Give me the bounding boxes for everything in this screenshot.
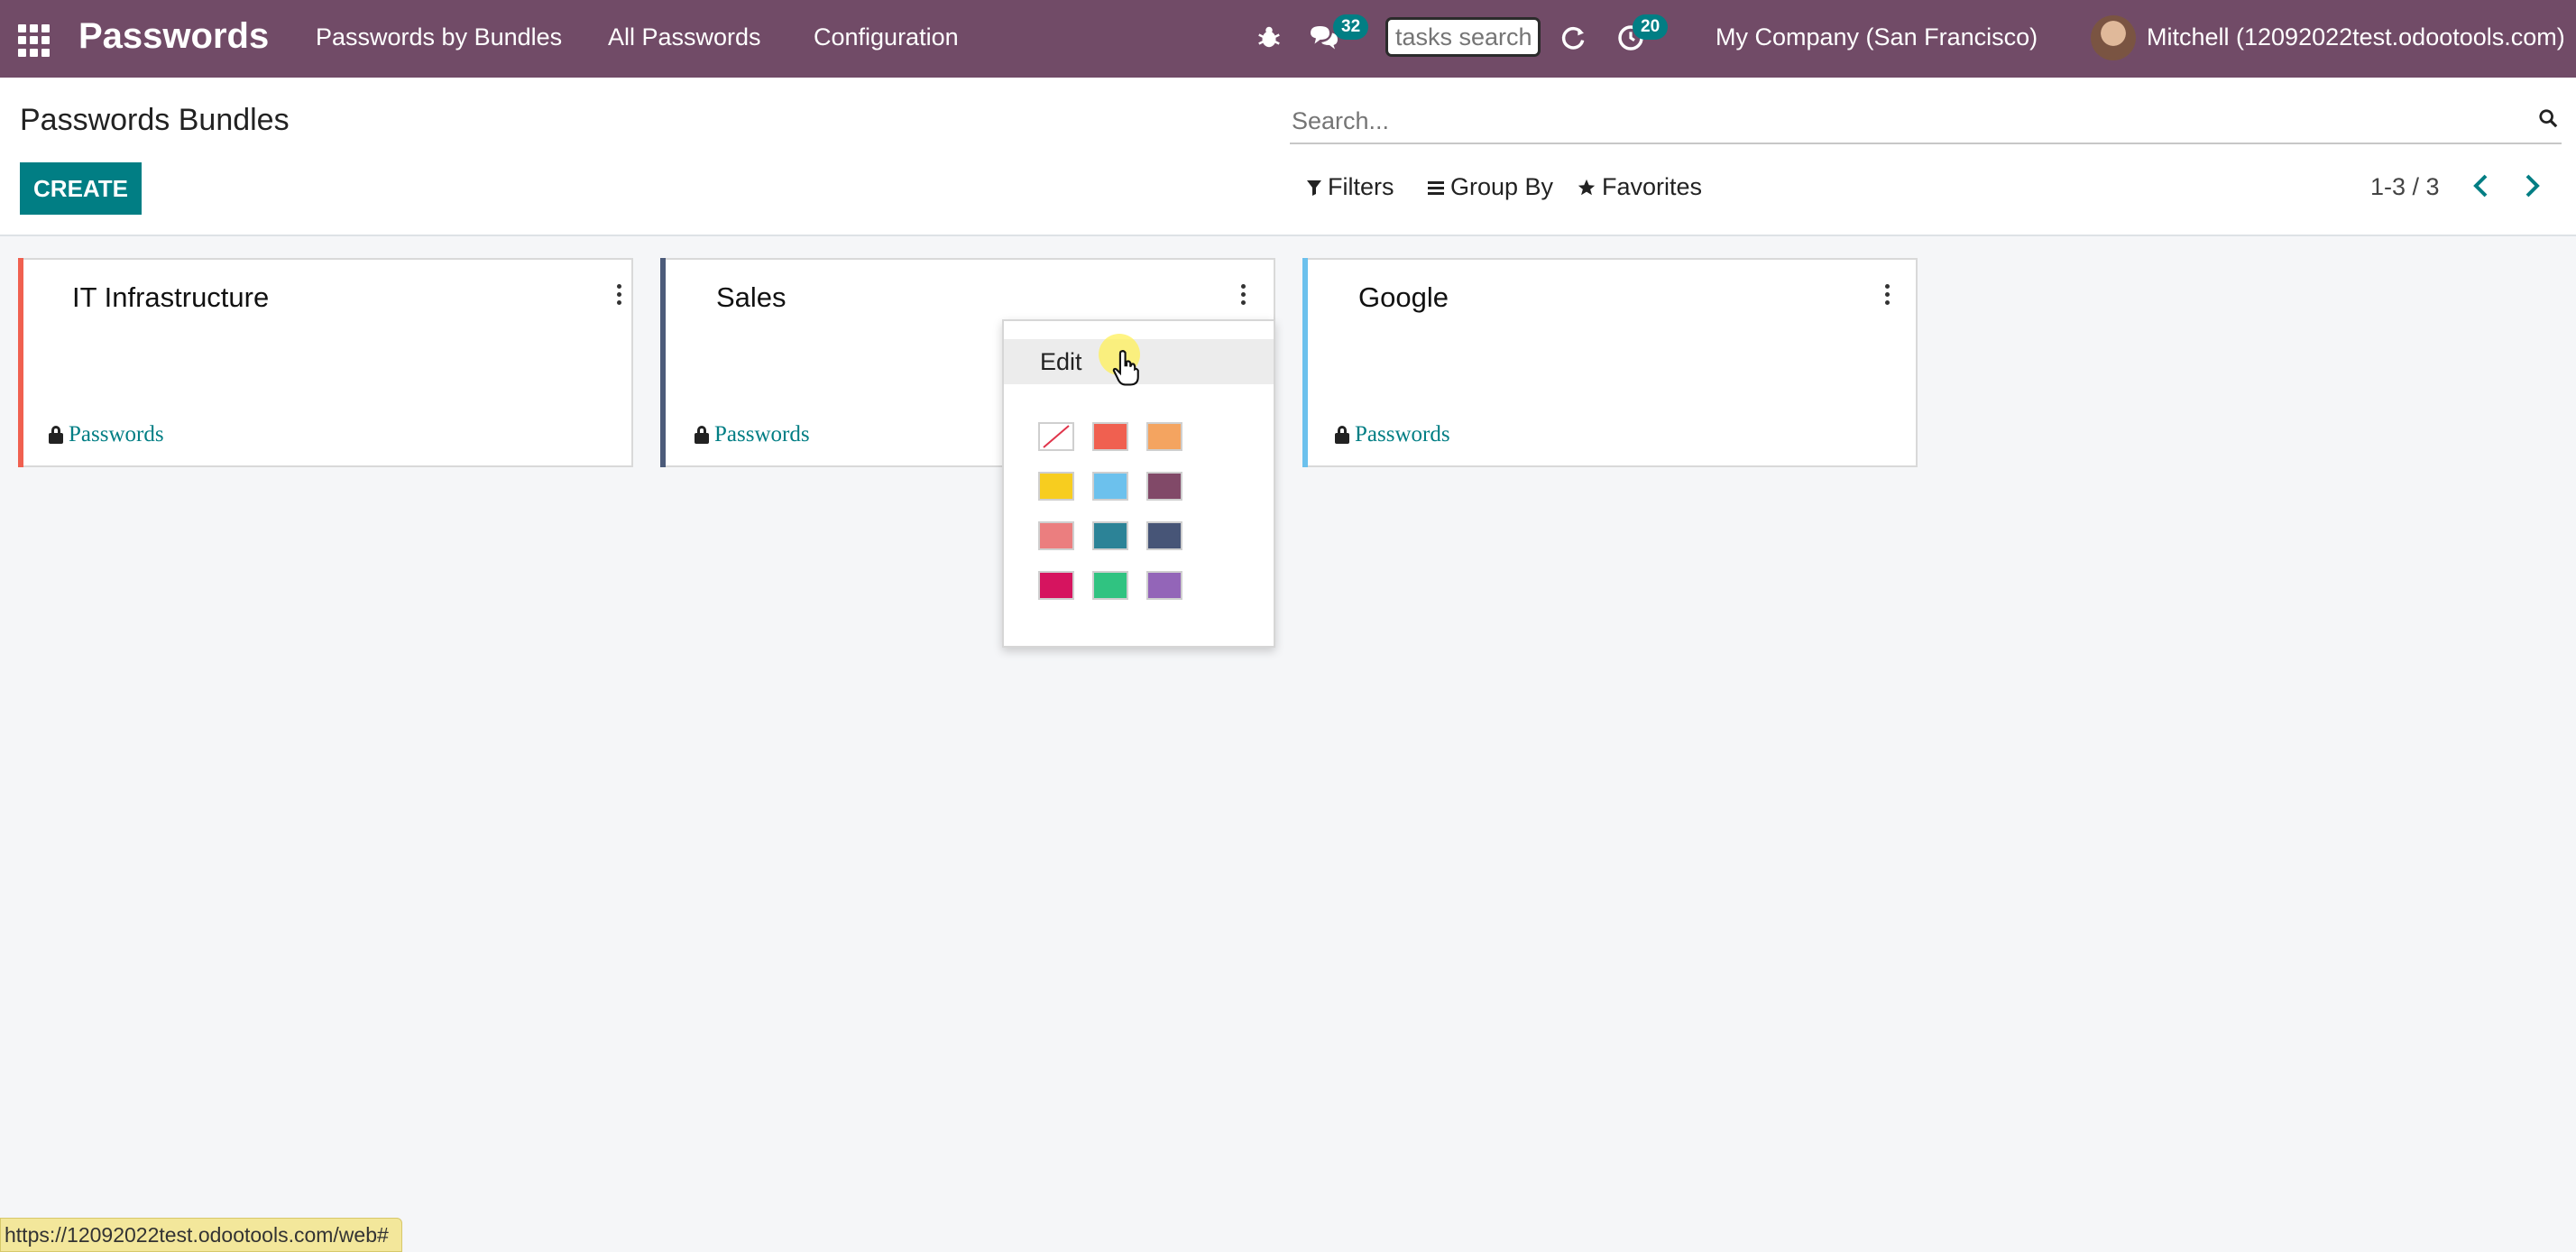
card-title: IT Infrastructure bbox=[72, 281, 270, 313]
no-color-slash-icon bbox=[1043, 425, 1070, 448]
search-bar bbox=[1290, 97, 2562, 144]
color-swatch[interactable] bbox=[1146, 422, 1182, 451]
kanban-card-it-infrastructure[interactable]: IT Infrastructure Passwords bbox=[18, 258, 633, 467]
color-swatch[interactable] bbox=[1092, 472, 1128, 501]
card-menu-icon[interactable] bbox=[1878, 276, 1896, 312]
card-passwords-link[interactable]: Passwords bbox=[49, 422, 164, 447]
card-tag-label: Passwords bbox=[69, 422, 164, 446]
company-switcher[interactable]: My Company (San Francisco) bbox=[1716, 23, 2038, 51]
card-color-stripe bbox=[18, 258, 23, 467]
tasks-search-input[interactable] bbox=[1385, 17, 1541, 57]
user-menu[interactable]: Mitchell (12092022test.odootools.com) bbox=[2147, 23, 2565, 51]
filter-funnel-icon bbox=[1307, 180, 1321, 196]
menu-configuration[interactable]: Configuration bbox=[814, 23, 959, 51]
filters-label: Filters bbox=[1328, 173, 1394, 200]
group-by-button[interactable]: Group By bbox=[1427, 173, 1553, 201]
filters-button[interactable]: Filters bbox=[1306, 173, 1394, 201]
hand-cursor-icon bbox=[1112, 350, 1139, 386]
search-icon[interactable] bbox=[2538, 108, 2558, 128]
messages-badge: 32 bbox=[1333, 14, 1369, 40]
debug-bug-icon[interactable] bbox=[1256, 23, 1283, 51]
card-color-stripe bbox=[1302, 258, 1308, 467]
color-swatch[interactable] bbox=[1092, 521, 1128, 550]
search-input[interactable] bbox=[1290, 106, 2493, 136]
kanban-card-google[interactable]: Google Passwords bbox=[1302, 258, 1918, 467]
favorites-button[interactable]: Favorites bbox=[1577, 173, 1702, 201]
group-by-label: Group By bbox=[1450, 173, 1554, 200]
lock-icon bbox=[1335, 426, 1349, 444]
user-avatar[interactable] bbox=[2091, 15, 2136, 60]
card-tag-label: Passwords bbox=[1355, 422, 1450, 446]
pager-next-icon[interactable] bbox=[2522, 173, 2542, 198]
card-title: Sales bbox=[716, 281, 787, 313]
color-swatch[interactable] bbox=[1038, 472, 1074, 501]
control-panel: Passwords Bundles CREATE Filters Group B… bbox=[0, 78, 2576, 236]
card-color-stripe bbox=[660, 258, 666, 467]
create-button[interactable]: CREATE bbox=[20, 162, 142, 215]
color-swatch[interactable] bbox=[1146, 472, 1182, 501]
card-menu-icon[interactable] bbox=[610, 276, 628, 312]
lock-icon bbox=[49, 426, 63, 444]
pager-value[interactable]: 1-3 / 3 bbox=[2370, 173, 2440, 201]
apps-menu-icon[interactable] bbox=[18, 24, 51, 57]
color-swatch[interactable] bbox=[1092, 571, 1128, 600]
color-swatch[interactable] bbox=[1092, 422, 1128, 451]
card-title: Google bbox=[1358, 281, 1449, 313]
card-passwords-link[interactable]: Passwords bbox=[695, 422, 810, 447]
status-bar-url: https://12092022test.odootools.com/web# bbox=[0, 1218, 402, 1252]
top-navbar: Passwords Passwords by Bundles All Passw… bbox=[0, 0, 2576, 78]
group-by-list-icon bbox=[1428, 180, 1444, 195]
menu-all-passwords[interactable]: All Passwords bbox=[608, 23, 761, 51]
color-swatch[interactable] bbox=[1038, 521, 1074, 550]
favorites-label: Favorites bbox=[1602, 173, 1703, 200]
app-title[interactable]: Passwords bbox=[78, 16, 269, 57]
refresh-icon[interactable] bbox=[1559, 23, 1587, 52]
card-passwords-link[interactable]: Passwords bbox=[1335, 422, 1450, 447]
activities-badge: 20 bbox=[1633, 14, 1669, 40]
pager-previous-icon[interactable] bbox=[2471, 173, 2491, 198]
card-menu-icon[interactable] bbox=[1234, 276, 1252, 312]
color-swatch[interactable] bbox=[1146, 521, 1182, 550]
color-swatch[interactable] bbox=[1146, 571, 1182, 600]
color-swatch-none[interactable] bbox=[1038, 422, 1074, 451]
page-title: Passwords Bundles bbox=[20, 103, 290, 137]
menu-passwords-by-bundles[interactable]: Passwords by Bundles bbox=[316, 23, 562, 51]
color-swatch[interactable] bbox=[1038, 571, 1074, 600]
lock-icon bbox=[695, 426, 709, 444]
dropdown-edit-label: Edit bbox=[1040, 348, 1082, 375]
card-tag-label: Passwords bbox=[714, 422, 810, 446]
favorites-star-icon bbox=[1578, 179, 1596, 195]
